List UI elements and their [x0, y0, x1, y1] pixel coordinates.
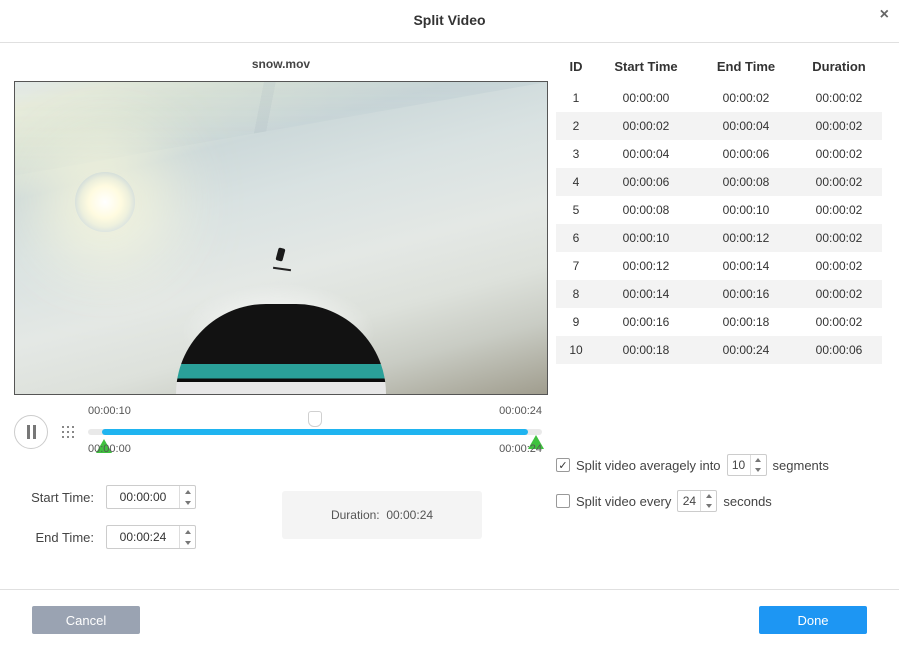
cell-duration: 00:00:02	[796, 287, 882, 301]
cell-duration: 00:00:02	[796, 315, 882, 329]
cell-start: 00:00:04	[596, 147, 696, 161]
col-start: Start Time	[596, 59, 696, 74]
col-end: End Time	[696, 59, 796, 74]
cell-end: 00:00:14	[696, 259, 796, 273]
playhead-marker[interactable]	[308, 411, 322, 427]
spin-up-icon[interactable]	[751, 455, 766, 465]
spin-up-icon[interactable]	[180, 526, 195, 537]
cell-id: 5	[556, 203, 596, 217]
cell-start: 00:00:18	[596, 343, 696, 357]
cell-id: 6	[556, 231, 596, 245]
segments-table: ID Start Time End Time Duration 100:00:0…	[556, 53, 882, 364]
cell-start: 00:00:06	[596, 175, 696, 189]
time-end-label: 00:00:24	[499, 405, 542, 417]
end-time-value: 00:00:24	[107, 530, 179, 544]
start-time-input[interactable]: 00:00:00	[106, 485, 196, 509]
spin-down-icon[interactable]	[701, 501, 716, 511]
cell-end: 00:00:02	[696, 91, 796, 105]
spin-down-icon[interactable]	[180, 497, 195, 508]
spin-up-icon[interactable]	[180, 486, 195, 497]
split-average-checkbox[interactable]	[556, 458, 570, 472]
timeline[interactable]: 00:00:10 00:00:24 00:00:00 00:00:24	[82, 409, 548, 455]
pause-button[interactable]	[14, 415, 48, 449]
cell-duration: 00:00:02	[796, 119, 882, 133]
table-row[interactable]: 200:00:0200:00:0400:00:02	[556, 112, 882, 140]
spin-down-icon[interactable]	[751, 465, 766, 475]
table-row[interactable]: 700:00:1200:00:1400:00:02	[556, 252, 882, 280]
table-row[interactable]: 1000:00:1800:00:2400:00:06	[556, 336, 882, 364]
split-average-count[interactable]: 10	[727, 454, 767, 476]
cell-duration: 00:00:02	[796, 203, 882, 217]
end-time-label: End Time:	[14, 530, 94, 545]
cell-duration: 00:00:06	[796, 343, 882, 357]
table-row[interactable]: 600:00:1000:00:1200:00:02	[556, 224, 882, 252]
cell-duration: 00:00:02	[796, 175, 882, 189]
cell-end: 00:00:06	[696, 147, 796, 161]
cell-end: 00:00:24	[696, 343, 796, 357]
table-row[interactable]: 100:00:0000:00:0200:00:02	[556, 84, 882, 112]
start-time-label: Start Time:	[14, 490, 94, 505]
range-end-label: 00:00:24	[499, 443, 542, 455]
cell-duration: 00:00:02	[796, 147, 882, 161]
done-button[interactable]: Done	[759, 606, 867, 634]
cell-duration: 00:00:02	[796, 259, 882, 273]
table-row[interactable]: 800:00:1400:00:1600:00:02	[556, 280, 882, 308]
close-icon[interactable]: ×	[880, 6, 889, 24]
split-every-label-pre: Split video every	[576, 494, 671, 509]
cell-end: 00:00:10	[696, 203, 796, 217]
filename-label: snow.mov	[14, 57, 548, 71]
cell-start: 00:00:16	[596, 315, 696, 329]
range-handle-end[interactable]	[520, 425, 548, 435]
split-every-label-post: seconds	[723, 494, 771, 509]
table-row[interactable]: 400:00:0600:00:0800:00:02	[556, 168, 882, 196]
cell-start: 00:00:12	[596, 259, 696, 273]
cell-duration: 00:00:02	[796, 231, 882, 245]
cancel-button[interactable]: Cancel	[32, 606, 140, 634]
end-time-input[interactable]: 00:00:24	[106, 525, 196, 549]
range-handle-start[interactable]	[82, 425, 96, 439]
table-row[interactable]: 500:00:0800:00:1000:00:02	[556, 196, 882, 224]
cell-end: 00:00:04	[696, 119, 796, 133]
cell-start: 00:00:00	[596, 91, 696, 105]
cell-id: 4	[556, 175, 596, 189]
split-every-seconds[interactable]: 24	[677, 490, 717, 512]
split-average-label-post: segments	[773, 458, 829, 473]
spin-down-icon[interactable]	[180, 537, 195, 548]
start-time-value: 00:00:00	[107, 490, 179, 504]
grip-icon	[62, 426, 74, 438]
cell-id: 10	[556, 343, 596, 357]
cell-start: 00:00:14	[596, 287, 696, 301]
video-preview[interactable]	[14, 81, 548, 395]
cell-id: 2	[556, 119, 596, 133]
split-average-label-pre: Split video averagely into	[576, 458, 721, 473]
duration-display: Duration: 00:00:24	[282, 491, 482, 539]
cell-end: 00:00:12	[696, 231, 796, 245]
table-row[interactable]: 900:00:1600:00:1800:00:02	[556, 308, 882, 336]
range-start-label: 00:00:00	[88, 443, 131, 455]
cell-end: 00:00:16	[696, 287, 796, 301]
cell-id: 1	[556, 91, 596, 105]
cell-start: 00:00:08	[596, 203, 696, 217]
pause-icon	[27, 425, 36, 439]
spin-up-icon[interactable]	[701, 491, 716, 501]
col-id: ID	[556, 59, 596, 74]
cell-duration: 00:00:02	[796, 91, 882, 105]
split-every-checkbox[interactable]	[556, 494, 570, 508]
time-start-label: 00:00:10	[88, 405, 131, 417]
cell-id: 7	[556, 259, 596, 273]
cell-id: 3	[556, 147, 596, 161]
timeline-track[interactable]	[88, 429, 542, 435]
cell-end: 00:00:18	[696, 315, 796, 329]
cell-end: 00:00:08	[696, 175, 796, 189]
col-duration: Duration	[796, 59, 882, 74]
cell-id: 9	[556, 315, 596, 329]
table-row[interactable]: 300:00:0400:00:0600:00:02	[556, 140, 882, 168]
cell-start: 00:00:10	[596, 231, 696, 245]
cell-start: 00:00:02	[596, 119, 696, 133]
cell-id: 8	[556, 287, 596, 301]
dialog-title: Split Video	[413, 12, 485, 28]
